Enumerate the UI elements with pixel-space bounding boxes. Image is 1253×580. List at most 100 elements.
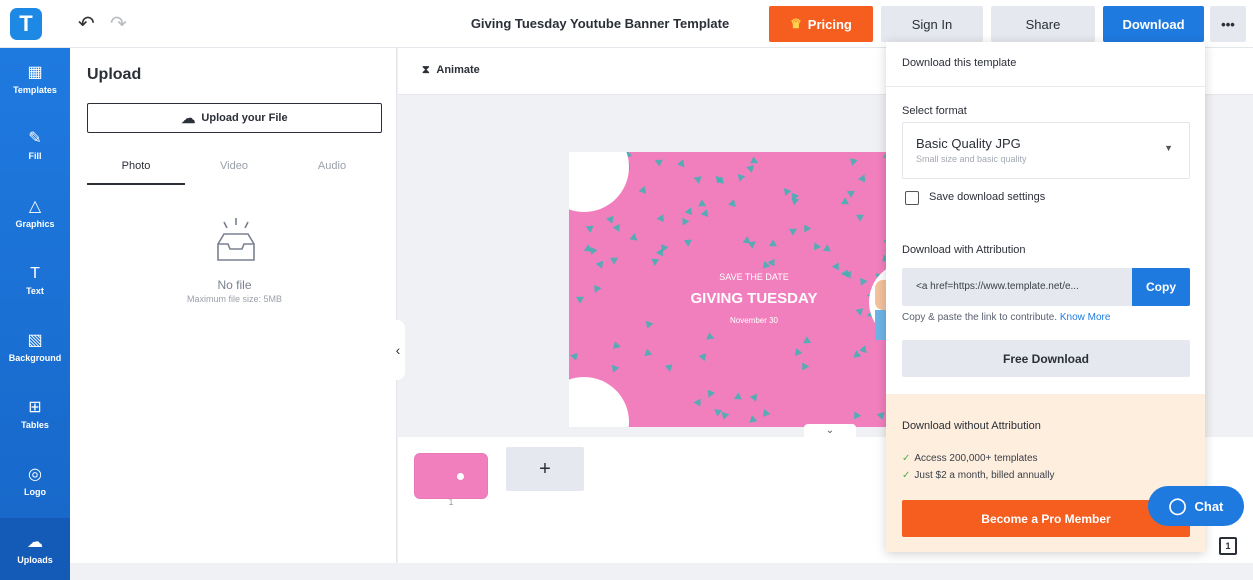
chat-bubble-icon: ◯ [1168,498,1187,515]
confetti-triangle [608,254,618,265]
document-title[interactable]: Giving Tuesday Youtube Banner Template [440,0,760,48]
confetti-triangle [749,391,761,402]
copy-button[interactable]: Copy [1132,268,1190,306]
confetti-triangle [589,246,599,255]
confetti-triangle [800,224,812,235]
contribute-label: Copy & paste the link to contribute. [902,312,1058,323]
more-options-button[interactable]: ••• [1210,6,1246,42]
confetti-triangle [857,172,869,183]
confetti-triangle [846,190,856,199]
tab-photo[interactable]: Photo [87,148,185,185]
empty-state-title: No file [217,278,252,292]
sidebar-item-label: Logo [24,486,46,497]
upload-panel: Upload ☁ Upload your File Photo Video Au… [70,48,397,563]
confetti-triangle [656,214,664,223]
app-logo[interactable]: T [10,8,42,40]
save-settings-label: Save download settings [929,191,1046,203]
confetti-triangle [728,197,738,208]
thumbnail-dot [457,473,464,480]
undo-icon[interactable]: ↶ [78,12,95,36]
top-bar: T ↶ ↷ Giving Tuesday Youtube Banner Temp… [0,0,1253,48]
know-more-link[interactable]: Know More [1060,312,1111,323]
sidebar-item-label: Uploads [17,554,53,565]
table-icon: ⊞ [28,398,42,416]
sidebar-item-text[interactable]: T Text [0,249,70,311]
crown-icon: ♛ [790,16,802,31]
share-button[interactable]: Share [991,6,1095,42]
confetti-triangle [664,361,676,372]
chat-button[interactable]: ◯ Chat [1148,486,1244,526]
confetti-triangle [762,260,772,271]
sidebar-item-graphics[interactable]: △ Graphics [0,182,70,244]
confetti-triangle [734,171,746,182]
benefit-text: Just $2 a month, billed annually [914,470,1055,481]
cloud-upload-icon: ☁ [27,533,43,551]
checkmark-icon: ✓ [902,470,911,481]
confetti-triangle [683,236,695,247]
sidebar-item-label: Templates [13,84,57,95]
save-settings-checkbox[interactable] [905,191,919,205]
become-pro-button[interactable]: Become a Pro Member [902,500,1190,537]
confetti-triangle [732,392,742,403]
sidebar-item-uploads[interactable]: ☁ Uploads [0,518,70,580]
download-dropdown: Download this template Select format Bas… [886,42,1205,552]
sidebar-item-label: Tables [21,419,49,430]
confetti-triangle [854,211,864,222]
confetti-triangle [595,258,607,269]
tab-video[interactable]: Video [185,148,283,185]
design-canvas[interactable]: SAVE THE DATE GIVING TUESDAY November 30 [569,152,909,427]
upload-file-button[interactable]: ☁ Upload your File [87,103,382,133]
confetti-triangle [810,240,822,251]
sidebar-item-tables[interactable]: ⊞ Tables [0,383,70,445]
sidebar-item-templates[interactable]: ▦ Templates [0,48,70,110]
attribution-label: Download with Attribution [902,244,1026,256]
confetti-triangle [697,351,707,362]
confetti-triangle [570,352,580,363]
confetti-triangle [848,158,858,167]
expand-pages-button[interactable]: ⌄ [804,424,856,438]
confetti-triangle [677,157,687,168]
sidebar-item-fill[interactable]: ✎ Fill [0,114,70,176]
canvas-date-text[interactable]: November 30 [689,316,819,325]
sign-in-button[interactable]: Sign In [881,6,983,42]
canvas-corner-shape [569,152,629,212]
format-select[interactable]: Basic Quality JPG Small size and basic q… [902,122,1190,179]
confetti-triangle [768,239,780,250]
pricing-label: Pricing [807,16,852,32]
canvas-save-the-date-text[interactable]: SAVE THE DATE [689,272,819,282]
panel-title: Upload [87,66,142,83]
add-page-button[interactable]: + [506,447,584,491]
layers-icon[interactable]: 1 [1219,537,1237,555]
confetti-triangle [747,238,759,249]
sidebar-item-logo[interactable]: ◎ Logo [0,450,70,512]
confetti-triangle [594,284,602,293]
confetti-triangle [611,340,621,349]
shapes-icon: △ [28,197,42,215]
animate-button[interactable]: ⧗ Animate [422,64,480,77]
collapse-panel-button[interactable]: ‹ [391,320,405,380]
confetti-triangle [855,308,865,317]
page-thumbnail[interactable] [414,453,488,499]
attribution-code-field[interactable]: <a href=https://www.template.net/e... [902,268,1132,306]
confetti-triangle [682,217,690,226]
redo-icon[interactable]: ↷ [110,12,127,36]
canvas-title-text[interactable]: GIVING TUESDAY [679,290,829,307]
confetti-triangle [860,277,868,286]
templates-icon: ▦ [27,63,43,81]
tab-audio[interactable]: Audio [283,148,381,185]
confetti-triangle [585,225,595,234]
text-icon: T [30,264,40,282]
confetti-triangle [843,270,855,281]
logo-icon: ◎ [28,465,42,483]
confetti-triangle [612,223,620,232]
confetti-triangle [840,197,852,208]
pricing-button[interactable]: ♛ Pricing [769,6,873,42]
cloud-upload-icon: ☁ [181,109,196,126]
sidebar-item-label: Text [26,285,44,296]
confetti-triangle [746,415,758,426]
free-download-button[interactable]: Free Download [902,340,1190,377]
confetti-triangle [704,389,716,400]
sidebar-item-background[interactable]: ▧ Background [0,316,70,378]
confetti-triangle [650,258,660,267]
download-button[interactable]: Download [1103,6,1204,42]
